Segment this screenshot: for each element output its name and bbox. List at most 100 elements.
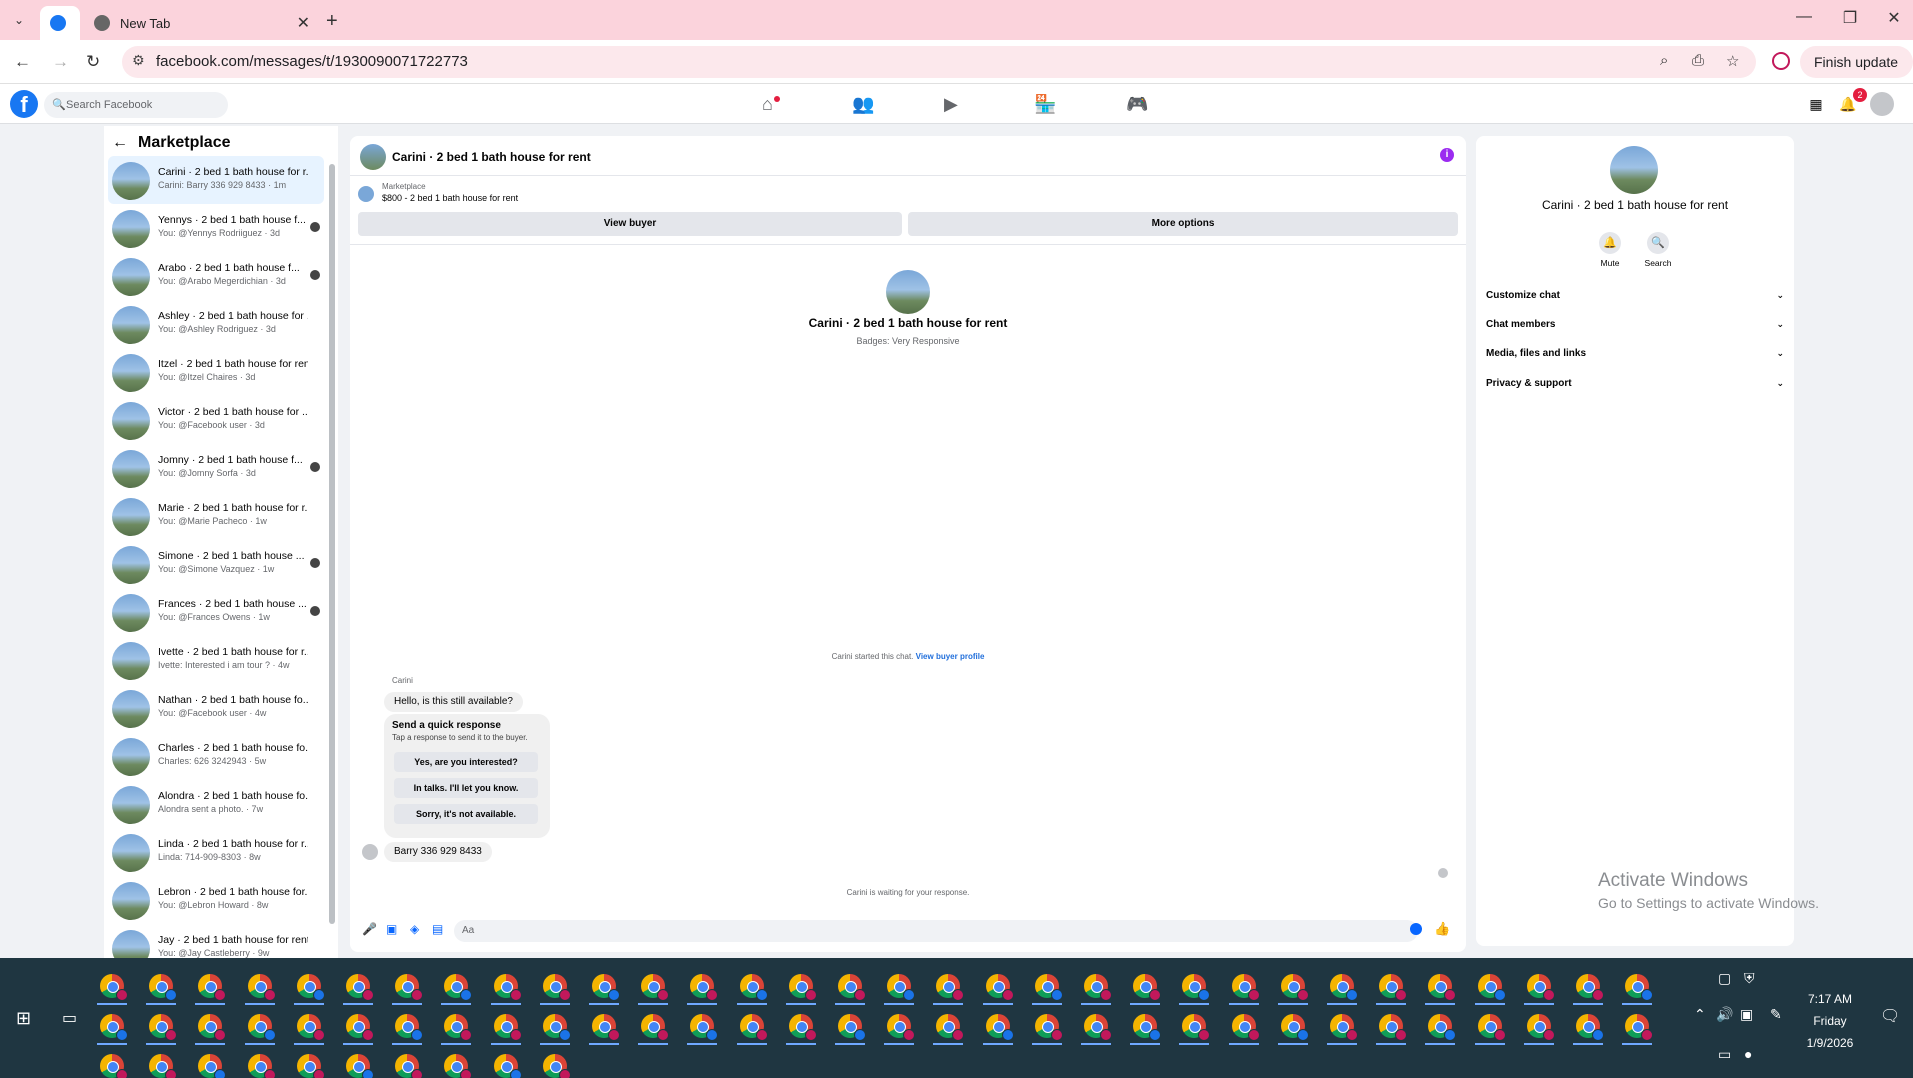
chrome-taskbar-icon[interactable]: [493, 1014, 522, 1041]
section-media-files-links[interactable]: Media, files and links ⌄: [1486, 348, 1784, 359]
gaming-icon[interactable]: 🎮: [1126, 94, 1148, 115]
chrome-taskbar-icon[interactable]: [1084, 974, 1112, 1001]
close-tab-icon[interactable]: ✕: [297, 13, 310, 33]
chrome-taskbar-icon[interactable]: [395, 974, 424, 1001]
finish-update-button[interactable]: Finish update ⋮: [1800, 46, 1913, 102]
volume-icon[interactable]: 🔊: [1716, 1006, 1733, 1023]
view-buyer-profile-link[interactable]: View buyer profile: [916, 652, 985, 661]
chrome-taskbar-icon[interactable]: [346, 1014, 374, 1041]
chrome-taskbar-icon[interactable]: [1576, 974, 1604, 1001]
chrome-taskbar-icon[interactable]: [493, 974, 522, 1001]
windows-start-icon[interactable]: ⊞: [16, 1008, 31, 1029]
pen-icon[interactable]: ✎: [1770, 1006, 1782, 1023]
task-view-icon[interactable]: ▭: [62, 1008, 77, 1028]
home-icon[interactable]: ⌂: [762, 94, 773, 115]
conversation-item[interactable]: Carini · 2 bed 1 bath house for r... Cari…: [108, 156, 324, 204]
chrome-taskbar-icon[interactable]: [887, 974, 916, 1001]
friends-icon[interactable]: 👥: [852, 94, 874, 115]
photo-icon[interactable]: ▣: [386, 922, 397, 936]
chrome-taskbar-icon[interactable]: [444, 974, 473, 1001]
chrome-taskbar-icon[interactable]: [444, 1054, 473, 1078]
chrome-taskbar-icon[interactable]: [395, 1054, 424, 1078]
conversation-item[interactable]: Simone · 2 bed 1 bath house ... You: @Sim…: [108, 540, 324, 588]
chrome-taskbar-icon[interactable]: [444, 1014, 473, 1041]
new-tab-icon[interactable]: +: [326, 10, 338, 33]
conversation-item[interactable]: Ashley · 2 bed 1 bath house for ... You: …: [108, 300, 324, 348]
chrome-taskbar-icon[interactable]: [346, 974, 374, 1001]
chrome-taskbar-icon[interactable]: [247, 1014, 276, 1041]
conversation-item[interactable]: Lebron · 2 bed 1 bath house for... You: @…: [108, 876, 324, 924]
chrome-taskbar-icon[interactable]: [1379, 1014, 1408, 1041]
chat-title[interactable]: Carini · 2 bed 1 bath house for rent: [392, 150, 591, 164]
chrome-taskbar-icon[interactable]: [1231, 974, 1260, 1001]
facebook-logo-icon[interactable]: f: [10, 90, 38, 118]
chrome-taskbar-icon[interactable]: [690, 974, 719, 1001]
network-icon[interactable]: ▣: [1740, 1006, 1753, 1023]
chrome-taskbar-icon[interactable]: [936, 1014, 965, 1041]
tab-search-chevron-icon[interactable]: ⌄: [8, 10, 30, 30]
chrome-taskbar-icon[interactable]: [1576, 1014, 1604, 1041]
chrome-taskbar-icon[interactable]: [1182, 1014, 1211, 1041]
profile-icon[interactable]: [1772, 52, 1790, 70]
chrome-taskbar-icon[interactable]: [739, 1014, 768, 1041]
chrome-taskbar-icon[interactable]: [1084, 1014, 1112, 1041]
like-thumb-icon[interactable]: 👍: [1434, 921, 1450, 937]
chrome-taskbar-icon[interactable]: [1526, 1014, 1555, 1041]
chrome-taskbar-icon[interactable]: [542, 1014, 571, 1041]
chrome-taskbar-icon[interactable]: [641, 974, 670, 1001]
chrome-taskbar-icon[interactable]: [395, 1014, 424, 1041]
chrome-taskbar-icon[interactable]: [592, 974, 620, 1001]
chrome-taskbar-icon[interactable]: [1526, 974, 1555, 1001]
gif-icon[interactable]: ▤: [432, 922, 443, 936]
restore-icon[interactable]: ❐: [1830, 8, 1870, 28]
video-icon[interactable]: ▶: [944, 94, 958, 115]
facebook-search-input[interactable]: 🔍 Search Facebook: [44, 92, 228, 118]
conversation-item[interactable]: Frances · 2 bed 1 bath house ... You: @Fr…: [108, 588, 324, 636]
conversation-item[interactable]: Alondra · 2 bed 1 bath house fo... Alondr…: [108, 780, 324, 828]
tab-new-tab[interactable]: New Tab ✕: [84, 6, 320, 40]
chrome-taskbar-icon[interactable]: [838, 1014, 866, 1041]
chrome-taskbar-icon[interactable]: [1280, 1014, 1309, 1041]
chat-avatar[interactable]: [360, 144, 386, 170]
mute-button[interactable]: 🔔 Mute: [1590, 232, 1630, 268]
install-icon[interactable]: ⎙: [1692, 52, 1704, 69]
system-clock[interactable]: 7:17 AM Friday 1/9/2026: [1794, 988, 1866, 1054]
chrome-taskbar-icon[interactable]: [149, 1054, 178, 1078]
chrome-taskbar-icon[interactable]: [247, 1054, 276, 1078]
security-icon[interactable]: ⛨: [1744, 970, 1755, 987]
microphone-icon[interactable]: 🎤: [362, 922, 377, 936]
chrome-taskbar-icon[interactable]: [296, 1054, 325, 1078]
action-center-icon[interactable]: 🗨: [1880, 1006, 1900, 1026]
display-icon[interactable]: ▭: [1718, 1046, 1731, 1063]
marketplace-icon[interactable]: 🏪: [1034, 94, 1056, 115]
site-info-icon[interactable]: ⚙: [132, 52, 145, 69]
account-avatar[interactable]: [1870, 92, 1894, 116]
chrome-taskbar-icon[interactable]: [1477, 1014, 1506, 1041]
chrome-taskbar-icon[interactable]: [1133, 1014, 1162, 1041]
chrome-taskbar-icon[interactable]: [1379, 974, 1408, 1001]
chrome-taskbar-icon[interactable]: [1133, 974, 1162, 1001]
message-input[interactable]: Aa: [454, 920, 1418, 942]
chrome-taskbar-icon[interactable]: [1477, 974, 1506, 1001]
chrome-taskbar-icon[interactable]: [1182, 974, 1211, 1001]
more-options-button[interactable]: More options: [908, 212, 1458, 236]
chrome-taskbar-icon[interactable]: [100, 974, 128, 1001]
conversation-item[interactable]: Victor · 2 bed 1 bath house for ... You: …: [108, 396, 324, 444]
chrome-taskbar-icon[interactable]: [493, 1054, 522, 1078]
view-buyer-button[interactable]: View buyer: [358, 212, 902, 236]
info-icon[interactable]: i: [1440, 148, 1454, 162]
chrome-taskbar-icon[interactable]: [149, 1014, 178, 1041]
chrome-taskbar-icon[interactable]: [1428, 1014, 1457, 1041]
bookmark-star-icon[interactable]: ☆: [1726, 52, 1739, 70]
chrome-taskbar-icon[interactable]: [100, 1054, 128, 1078]
chrome-taskbar-icon[interactable]: [198, 1054, 227, 1078]
menu-grid-icon[interactable]: ▦: [1804, 92, 1828, 116]
recording-icon[interactable]: ●: [1744, 1046, 1752, 1062]
quick-response-option[interactable]: Sorry, it's not available.: [394, 804, 538, 824]
chrome-taskbar-icon[interactable]: [100, 1014, 128, 1041]
quick-response-option[interactable]: In talks. I'll let you know.: [394, 778, 538, 798]
conversation-item[interactable]: Charles · 2 bed 1 bath house fo... Charle…: [108, 732, 324, 780]
chrome-taskbar-icon[interactable]: [1625, 1014, 1654, 1041]
chrome-taskbar-icon[interactable]: [247, 974, 276, 1001]
zoom-icon[interactable]: ⌕: [1660, 52, 1668, 69]
